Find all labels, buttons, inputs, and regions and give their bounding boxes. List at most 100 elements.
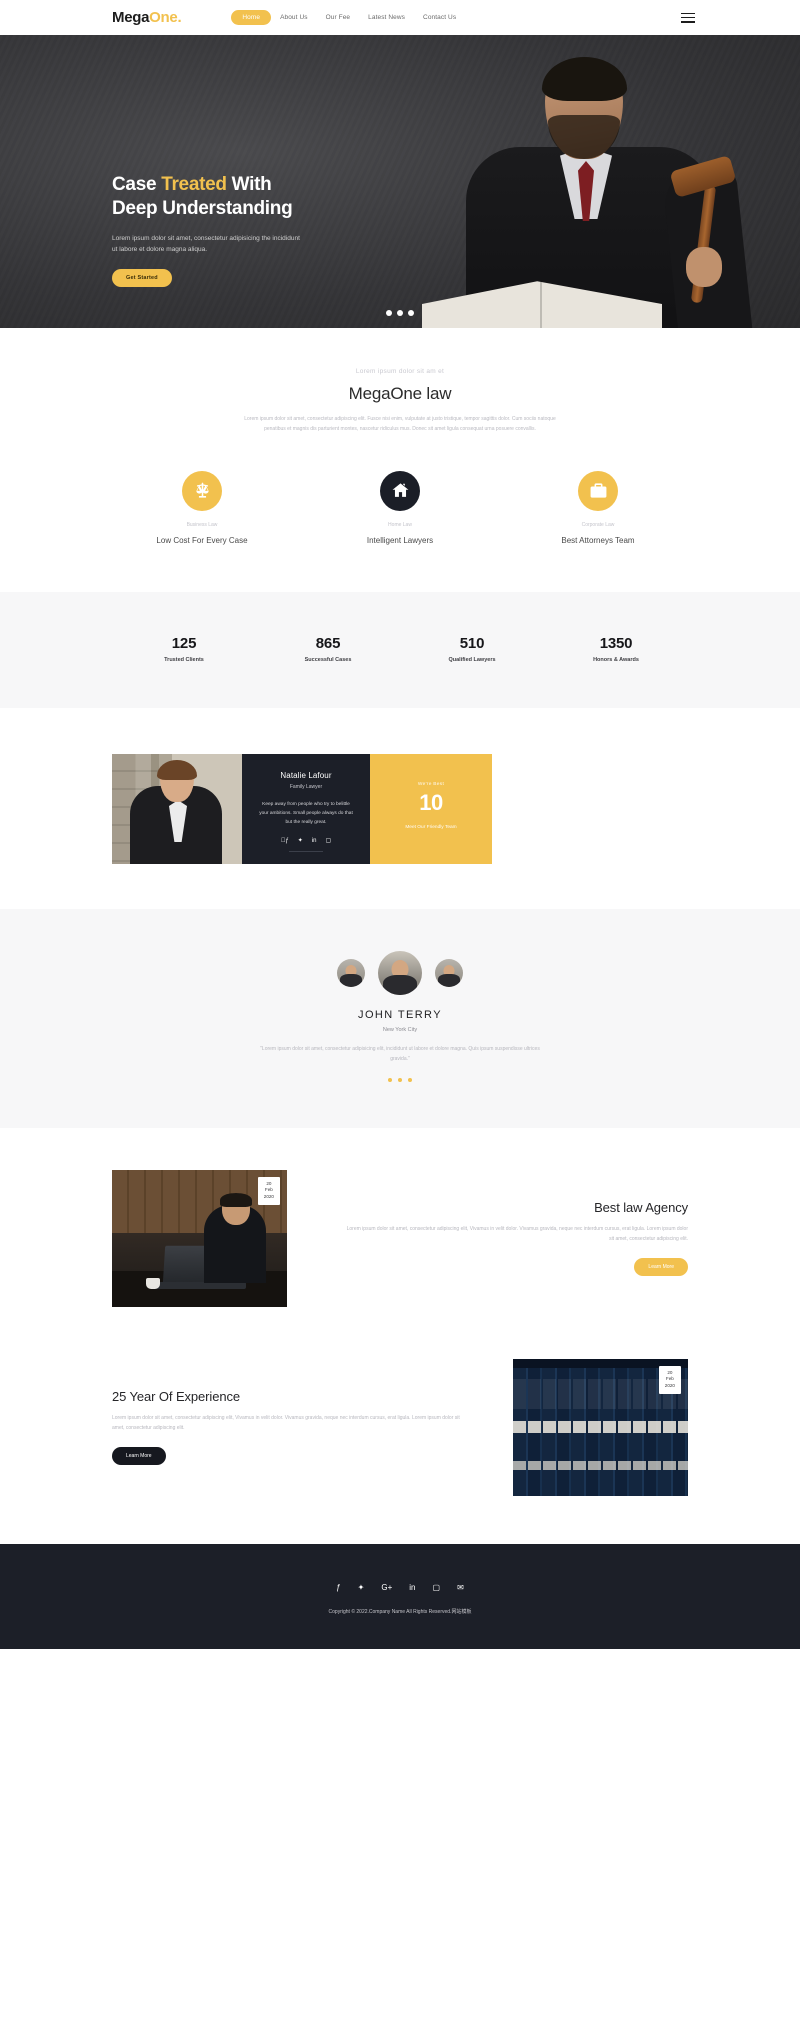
facebook-icon[interactable]: ƒ — [336, 1583, 340, 1592]
hero-judge-image — [370, 35, 800, 328]
twitter-icon[interactable]: ✦ — [298, 838, 303, 844]
news-date-month: Feb — [665, 1376, 674, 1382]
envelope-icon[interactable]: ✉ — [457, 1583, 464, 1592]
briefcase-icon — [578, 470, 618, 511]
team-member-name: Natalie Lafour — [280, 771, 332, 781]
stat-successful-cases: 865 Successful Cases — [256, 635, 400, 663]
hero-title-line2: Deep Understanding — [112, 198, 293, 220]
avatar-left[interactable] — [337, 959, 365, 988]
hero-slider-dots[interactable] — [386, 310, 414, 316]
learn-more-button[interactable]: Learn More — [112, 1446, 166, 1465]
hero-title: Case Treated With Deep Understanding — [112, 173, 302, 222]
logo-main: Mega — [112, 9, 150, 26]
linkedin-icon[interactable]: in — [312, 838, 317, 844]
navbar: MegaOne. Home About Us Our Fee Latest Ne… — [0, 0, 800, 35]
service-card-home-law[interactable]: Home Law Intelligent Lawyers — [340, 470, 460, 547]
stat-number: 125 — [171, 635, 197, 653]
hero-subtitle: Lorem ipsum dolor sit amet, consectetur … — [112, 234, 300, 253]
about-description: Lorem ipsum dolor sit amet, consectetur … — [244, 416, 556, 432]
team-member-card: Natalie Lafour Family Lawyer Keep away f… — [242, 754, 370, 865]
avatar-center[interactable] — [378, 951, 422, 996]
hero-title-part1: Case — [112, 174, 162, 195]
news-text: Lorem ipsum dolor sit amet, consectetur … — [112, 1415, 460, 1432]
news-date-day: 20 — [667, 1369, 673, 1375]
avatar-right[interactable] — [435, 959, 463, 988]
team-member-socials: ƒ ✦ in ▢ — [253, 838, 359, 844]
learn-more-button[interactable]: Learn More — [634, 1257, 688, 1276]
news-date-badge: 20 Feb 2020 — [257, 1176, 280, 1206]
news-body: 25 Year Of Experience Lorem ipsum dolor … — [112, 1389, 513, 1465]
news-title: Best law Agency — [594, 1200, 688, 1216]
service-name: Low Cost For Every Case — [156, 535, 248, 545]
testimonial-avatars — [112, 951, 688, 996]
get-started-button[interactable]: Get Started — [112, 269, 172, 288]
news-image-wrapper: 20 Feb 2020 — [112, 1169, 287, 1307]
nav-item-home[interactable]: Home — [231, 10, 272, 25]
news-text: Lorem ipsum dolor sit amet, consectetur … — [346, 1226, 688, 1243]
nav-item-about-us[interactable]: About Us — [271, 10, 317, 25]
services-list: Business Law Low Cost For Every Case Hom… — [112, 470, 688, 547]
nav-item-latest-news[interactable]: Latest News — [359, 10, 414, 25]
testimonial-author-city: New York City — [382, 1027, 418, 1034]
team-member-role: Family Lawyer — [289, 784, 323, 791]
logo-dot: . — [177, 9, 182, 26]
team-stat-card: We're Best 10 Meet Our Friendly Team — [370, 754, 492, 865]
linkedin-icon[interactable]: in — [409, 1583, 415, 1592]
twitter-icon[interactable]: ✦ — [358, 1583, 365, 1592]
footer-copyright: Copyright © 2022.Company Name All Rights… — [328, 1608, 472, 1615]
news-date-badge: 20 Feb 2020 — [658, 1365, 681, 1395]
news-block-experience: 25 Year Of Experience Lorem ipsum dolor … — [0, 1336, 800, 1544]
news-body: Best law Agency Lorem ipsum dolor sit am… — [287, 1200, 688, 1276]
stat-label: Qualified Lawyers — [448, 657, 496, 664]
news-block-agency: 20 Feb 2020 Best law Agency Lorem ipsum … — [0, 1127, 800, 1337]
footer-socials: ƒ ✦ G+ in ▢ ✉ — [112, 1583, 688, 1592]
news-image-wrapper: 20 Feb 2020 — [513, 1358, 688, 1496]
testimonial-dot-3[interactable] — [408, 1077, 412, 1082]
testimonial-dot-1[interactable] — [388, 1077, 392, 1082]
stat-number: 510 — [459, 635, 485, 653]
news-title: 25 Year Of Experience — [112, 1389, 240, 1405]
stat-label: Honors & Awards — [593, 657, 639, 664]
testimonial-text: "Lorem ipsum dolor sit amet, consectetur… — [260, 1046, 540, 1062]
service-name: Intelligent Lawyers — [366, 535, 434, 545]
scales-icon — [182, 470, 222, 511]
about-title: MegaOne law — [348, 384, 452, 403]
testimonial-dot-2[interactable] — [398, 1077, 402, 1082]
slider-dot-2[interactable] — [397, 310, 403, 316]
news-date-year: 2020 — [664, 1383, 675, 1389]
service-name: Best Attorneys Team — [561, 535, 635, 545]
stat-number: 865 — [315, 635, 341, 653]
news-date-year: 2020 — [263, 1194, 274, 1200]
service-tag: Home Law — [388, 521, 412, 528]
service-tag: Corporate Law — [581, 521, 615, 528]
hamburger-icon[interactable] — [681, 12, 695, 23]
team-stat-top-label: We're Best — [417, 782, 445, 788]
facebook-icon[interactable]: ƒ — [281, 838, 289, 844]
slider-dot-3[interactable] — [408, 310, 414, 316]
stat-honors-awards: 1350 Honors & Awards — [544, 635, 688, 663]
hero-title-part2: With — [226, 174, 272, 195]
hero-content: Case Treated With Deep Understanding Lor… — [112, 173, 302, 288]
team-stat-bottom-label: Meet Our Friendly Team — [405, 825, 457, 831]
stat-qualified-lawyers: 510 Qualified Lawyers — [400, 635, 544, 663]
instagram-icon[interactable]: ▢ — [433, 1583, 441, 1592]
slider-dot-1[interactable] — [386, 310, 392, 316]
about-section: Lorem ipsum dolor sit am et MegaOne law … — [0, 328, 800, 593]
google-plus-icon[interactable]: G+ — [381, 1583, 392, 1592]
news-date-month: Feb — [264, 1187, 273, 1193]
hero-title-highlight: Treated — [161, 174, 227, 195]
service-card-business-law[interactable]: Business Law Low Cost For Every Case — [142, 470, 262, 547]
nav-item-contact-us[interactable]: Contact Us — [414, 10, 465, 25]
nav-item-our-fee[interactable]: Our Fee — [317, 10, 360, 25]
stat-trusted-clients: 125 Trusted Clients — [112, 635, 256, 663]
testimonial-dots[interactable] — [112, 1077, 688, 1082]
card-divider — [289, 850, 323, 853]
team-member-quote: Keep away from people who try to belittl… — [259, 802, 353, 825]
service-card-corporate-law[interactable]: Corporate Law Best Attorneys Team — [538, 470, 658, 547]
stat-label: Successful Cases — [304, 657, 352, 664]
stat-number: 1350 — [599, 635, 633, 653]
instagram-icon[interactable]: ▢ — [325, 838, 331, 844]
stat-label: Trusted Clients — [164, 657, 204, 664]
footer: ƒ ✦ G+ in ▢ ✉ Copyright © 2022.Company N… — [0, 1543, 800, 1649]
logo[interactable]: MegaOne. — [112, 9, 182, 26]
